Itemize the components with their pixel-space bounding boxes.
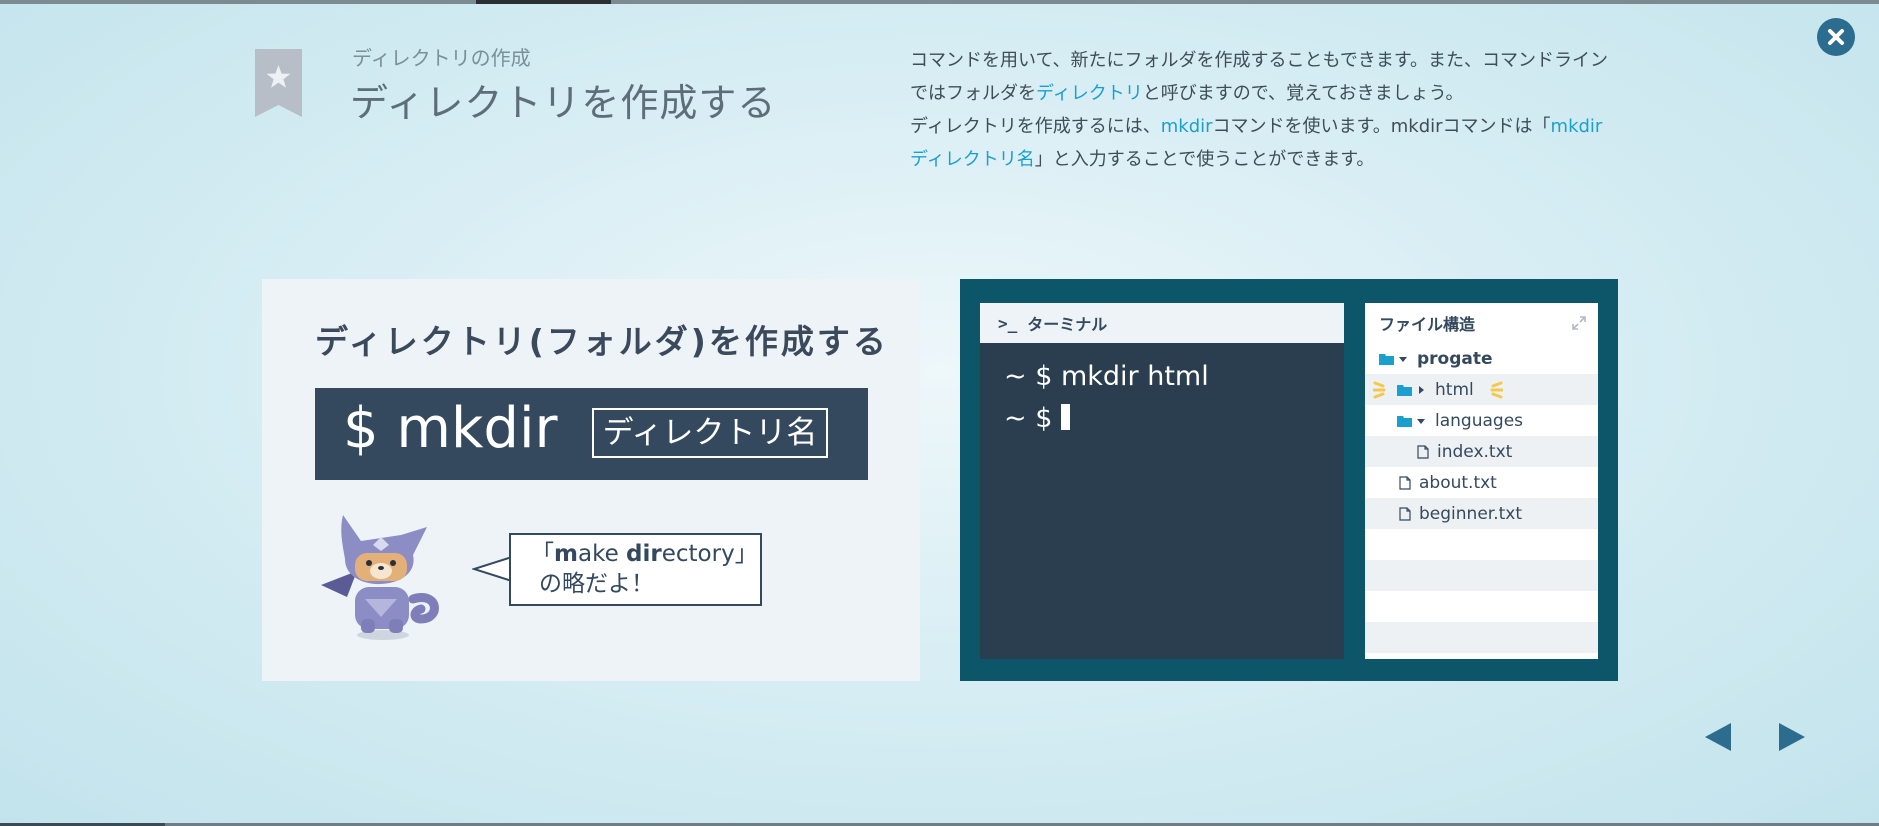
speech-bubble-line-2: の略だよ！	[539, 571, 654, 597]
tree-item-html[interactable]: html	[1365, 374, 1598, 405]
file-tree-title: ファイル構造	[1379, 315, 1476, 334]
chevron-down-icon	[1399, 356, 1407, 362]
terminal-window: >_ ターミナル ~ $ mkdir html ~ $	[980, 303, 1344, 659]
ninja-mascot-icon	[321, 515, 439, 640]
chevron-down-icon	[1417, 418, 1425, 424]
folder-icon	[1397, 415, 1412, 427]
file-icon	[1417, 444, 1429, 459]
explanation-card: ディレクトリ(フォルダ)を作成する $ mkdir ディレクトリ名 「make …	[262, 279, 920, 681]
terminal-demo-panel: >_ ターミナル ~ $ mkdir html ~ $ ファイル構造 proga…	[960, 279, 1618, 681]
tree-item-languages[interactable]: languages	[1365, 405, 1598, 436]
chevron-right-icon	[1419, 385, 1424, 394]
command-box: $ mkdir ディレクトリ名	[315, 388, 868, 480]
speech-bubble-line-1: 「make directory」	[531, 541, 758, 567]
folder-icon	[1397, 384, 1412, 396]
prev-arrow-icon[interactable]	[1703, 721, 1733, 753]
card-title: ディレクトリ(フォルダ)を作成する	[315, 322, 889, 361]
highlight-spark-left	[1373, 381, 1386, 399]
file-tree-header: ファイル構造	[1365, 303, 1598, 343]
file-tree-list: progate html languages index.txt about.t	[1365, 343, 1598, 653]
expand-icon[interactable]	[1572, 316, 1586, 330]
keyword-mkdir: mkdir	[1160, 116, 1213, 137]
command-text: $ mkdir	[343, 396, 558, 461]
file-tree-panel: ファイル構造 progate html languages index.txt …	[1365, 303, 1598, 659]
tree-empty-row	[1365, 560, 1598, 591]
tree-item-progate[interactable]: progate	[1365, 343, 1598, 374]
keyword-directory: ディレクトリ	[1036, 83, 1143, 104]
terminal-prompt-icon: >_	[998, 313, 1018, 333]
lesson-title: ディレクトリを作成する	[350, 81, 777, 125]
close-button[interactable]	[1817, 18, 1855, 56]
lesson-subtitle: ディレクトリの作成	[352, 46, 531, 70]
description-paragraph-1: コマンドを用いて、新たにフォルダを作成することもできます。また、コマンドラインで…	[910, 50, 1609, 104]
speech-bubble-tail	[472, 556, 512, 582]
terminal-title: ターミナル	[1027, 315, 1108, 334]
description-paragraph-2: ディレクトリを作成するには、mkdirコマンドを使います。mkdirコマンドは「…	[910, 116, 1603, 170]
command-argument: ディレクトリ名	[592, 408, 828, 458]
tree-item-beginner-txt[interactable]: beginner.txt	[1365, 498, 1598, 529]
highlight-spark-right	[1490, 381, 1503, 399]
tree-item-about-txt[interactable]: about.txt	[1365, 467, 1598, 498]
next-arrow-icon[interactable]	[1777, 721, 1807, 753]
terminal-header: >_ ターミナル	[980, 303, 1344, 343]
terminal-cursor	[1060, 404, 1070, 430]
close-icon	[1828, 29, 1844, 45]
top-progress-bar	[0, 0, 1879, 4]
file-icon	[1399, 475, 1411, 490]
tree-empty-row	[1365, 622, 1598, 653]
terminal-line-1: ~ $ mkdir html	[1004, 361, 1209, 392]
file-icon	[1399, 506, 1411, 521]
speech-bubble: 「make directory」 の略だよ！	[509, 533, 762, 606]
top-progress-segment	[476, 0, 611, 4]
tree-empty-row	[1365, 529, 1598, 560]
terminal-line-2: ~ $	[1004, 403, 1070, 434]
tree-empty-row	[1365, 591, 1598, 622]
description: コマンドを用いて、新たにフォルダを作成することもできます。また、コマンドラインで…	[910, 44, 1625, 176]
folder-icon	[1379, 353, 1394, 365]
star-bookmark-icon	[255, 49, 302, 117]
tree-item-index-txt[interactable]: index.txt	[1365, 436, 1598, 467]
